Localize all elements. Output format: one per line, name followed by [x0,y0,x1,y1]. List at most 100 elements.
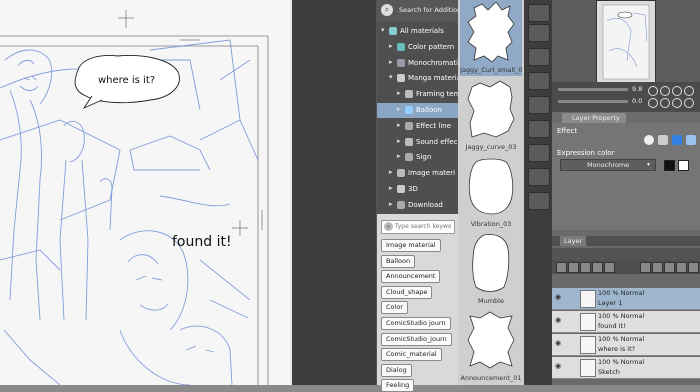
material-search-bar[interactable]: ⌕ Search for Additional [377,0,467,22]
register-material-button[interactable] [528,192,550,210]
chevron-right-icon[interactable]: ▸ [389,58,393,66]
flip-icon[interactable] [684,98,694,108]
tag-button[interactable]: Comic_material [381,348,442,362]
chevron-right-icon[interactable]: ▸ [397,89,401,97]
zoom-out-icon[interactable] [660,86,670,96]
tag-search-field[interactable]: ⌕ [381,220,455,234]
expression-color-select[interactable]: Monochrome ▾ [560,159,656,171]
tree-item[interactable]: ▸ Monochromatic [377,56,459,71]
delete-layer-icon[interactable] [676,262,687,273]
material-info-button[interactable] [528,168,550,186]
chevron-right-icon[interactable]: ▸ [389,42,393,50]
tag-button[interactable]: Balloon [381,254,416,268]
tree-item[interactable]: ▸ Framing tem [377,87,459,102]
tone-effect-icon[interactable] [658,135,668,145]
copy-layer-icon[interactable] [664,262,675,273]
tag-button[interactable]: Dialog [381,363,412,377]
lock-icon[interactable] [592,262,603,273]
tree-item-label: Manga material [408,74,459,83]
detail-view-button[interactable] [528,96,550,114]
chevron-right-icon[interactable]: ▸ [397,121,401,129]
mask-icon[interactable] [640,262,651,273]
layer-row[interactable]: ◉ 100 % Normal Layer 1 [552,288,700,310]
reset-rotation-icon[interactable] [672,98,682,108]
layer-menu-icon[interactable] [688,262,699,273]
fit-view-icon[interactable] [672,86,682,96]
eye-icon[interactable]: ◉ [555,293,563,301]
chevron-right-icon[interactable]: ▸ [389,184,393,192]
new-folder-icon[interactable] [568,262,579,273]
paste-material-button[interactable] [528,4,550,22]
material-item[interactable]: Mumble [460,231,522,307]
tag-button[interactable]: ComicStudio journ [381,317,451,330]
tree-item[interactable]: ▸ Sound effec [377,135,459,150]
eye-icon[interactable]: ◉ [555,316,563,324]
tree-item[interactable]: ▸ Sign [377,150,459,165]
eye-icon[interactable]: ◉ [555,339,563,347]
chevron-right-icon[interactable]: ▸ [397,105,401,113]
tree-item[interactable]: ▸ Image materi [377,166,459,181]
tag-button[interactable]: Color [381,301,408,315]
canvas-area[interactable]: where is it? found it! [0,0,292,385]
chevron-right-icon[interactable]: ▸ [397,152,401,160]
frame-icon [405,90,413,99]
zoom-slider[interactable] [558,88,628,91]
filter-button[interactable] [528,144,550,162]
tree-item[interactable]: ▸ 3D [377,182,459,197]
sort-button[interactable] [528,120,550,138]
layer-property-tab[interactable]: Layer Property [562,113,626,123]
chevron-right-icon[interactable]: ▸ [389,200,393,208]
tree-item[interactable]: ▸ Color pattern [377,40,459,55]
chevron-right-icon[interactable]: ▸ [397,137,401,145]
tag-button[interactable]: Announcement [381,270,441,284]
rotation-slider[interactable] [558,100,628,103]
rotate-left-icon[interactable] [648,98,658,108]
material-search-placeholder[interactable]: Search for Additional [399,6,467,14]
manga-icon [397,74,405,83]
border-effect-icon[interactable] [644,135,654,145]
tag-button[interactable]: ComicStudio_journ [381,332,452,346]
layer-color-icon[interactable] [672,135,682,145]
eye-icon[interactable]: ◉ [555,362,563,370]
tree-item[interactable]: ▾ All materials [377,24,459,39]
layer-row[interactable]: ◉ 100 % Normal found it! [552,311,700,333]
blend-mode-row[interactable] [552,248,700,260]
tag-button[interactable]: Image material [381,239,441,252]
material-item[interactable]: Jaggy_curve_03 [460,77,522,153]
tree-item[interactable]: ▸ Download [377,198,459,213]
layer-property-body: Effect Expression color Monochrome ▾ [552,123,700,230]
balloon-thumbnail [467,311,515,369]
layer-row[interactable]: ◉ 100 % Normal where is it? [552,334,700,356]
balloon-thumbnail [468,158,514,215]
navigator-preview[interactable] [596,0,656,84]
tree-item[interactable]: ▸ Balloon [377,103,459,118]
tag-button[interactable]: Feeling [381,379,415,392]
new-layer-icon[interactable] [556,262,567,273]
layer-row[interactable]: ◉ 100 % Normal Sketch [552,357,700,379]
chevron-down-icon[interactable]: ▾ [381,26,385,34]
tab-layer[interactable]: Layer [560,236,587,246]
view-toggle-button[interactable] [528,24,550,42]
reference-icon[interactable] [604,262,615,273]
clip-icon[interactable] [580,262,591,273]
merge-icon[interactable] [652,262,663,273]
actual-size-icon[interactable] [684,86,694,96]
search-icon[interactable]: ⌕ [381,4,393,16]
chevron-right-icon[interactable]: ▸ [389,168,393,176]
thumbnail-size-button[interactable] [528,48,550,66]
white-swatch[interactable] [678,160,689,171]
tag-search-input[interactable] [395,221,451,232]
rotate-right-icon[interactable] [660,98,670,108]
list-view-button[interactable] [528,72,550,90]
tree-item-label: All materials [400,27,444,35]
material-item[interactable]: Vibration_03 [460,154,522,230]
tag-button[interactable]: Cloud_shape [381,285,433,299]
tree-item[interactable]: ▸ Effect line [377,119,459,134]
chevron-down-icon[interactable]: ▾ [389,73,393,81]
zoom-in-icon[interactable] [648,86,658,96]
tree-item[interactable]: ▾ Manga material [377,71,459,86]
black-swatch[interactable] [664,160,675,171]
mask-effect-icon[interactable] [686,135,696,145]
material-item[interactable]: Announcement_01 [460,308,522,384]
material-item[interactable]: Jaggy_Curl_small_02 [460,0,522,76]
